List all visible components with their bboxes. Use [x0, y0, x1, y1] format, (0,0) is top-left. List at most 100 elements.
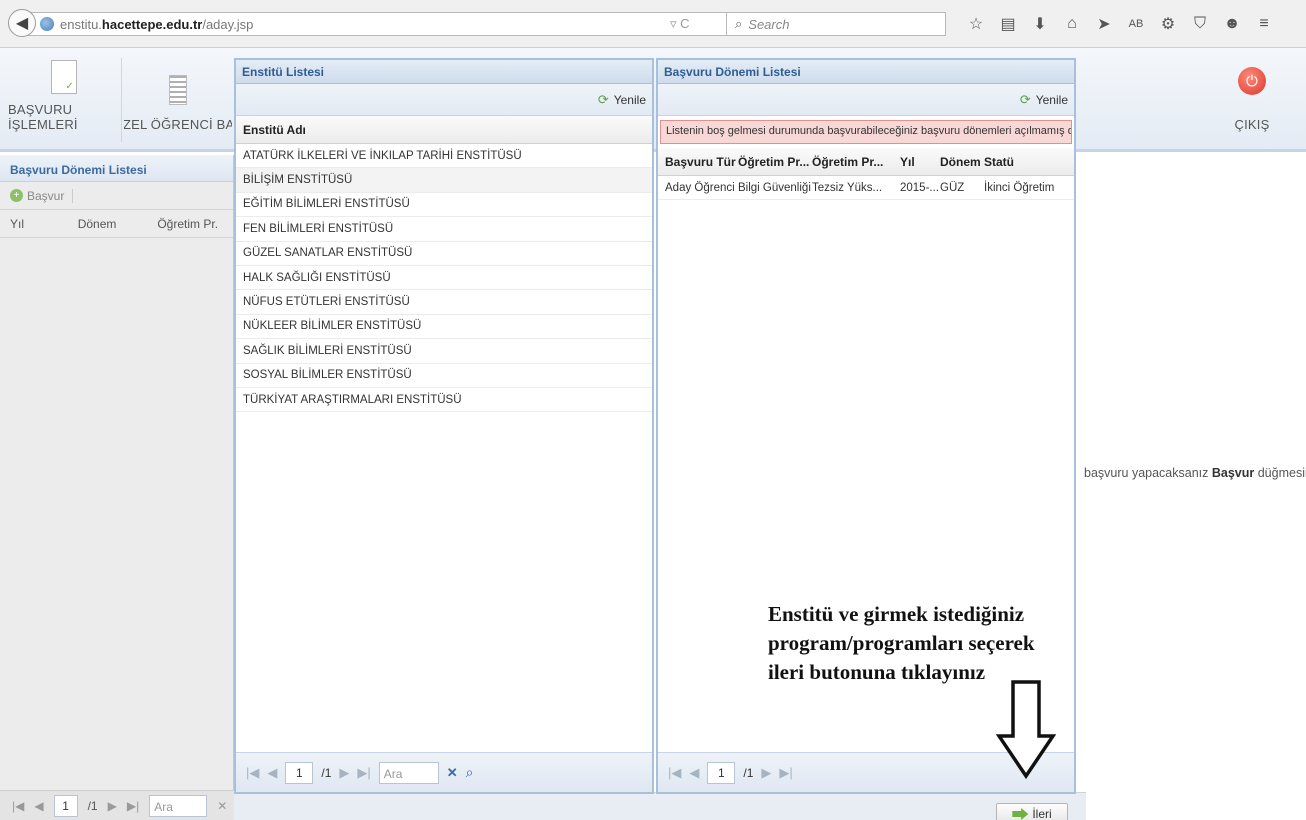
prev-page-icon[interactable]: ◀	[34, 799, 43, 813]
smiley-icon[interactable]: ☻	[1216, 12, 1248, 36]
first-page-icon[interactable]: |◀	[246, 765, 259, 781]
first-page-icon[interactable]: |◀	[668, 765, 681, 781]
button-label: BAŞVURU İŞLEMLERİ	[8, 102, 78, 132]
enstitu-list: ATATÜRK İLKELERİ VE İNKILAP TARİHİ ENSTİ…	[236, 144, 652, 413]
page-input[interactable]: 1	[285, 761, 314, 784]
download-icon[interactable]: ⬇	[1024, 12, 1056, 36]
page-input[interactable]: 1	[707, 761, 736, 784]
enstitu-grid-header[interactable]: Enstitü Adı	[236, 116, 652, 144]
basvur-button[interactable]: + Başvur	[0, 182, 233, 210]
extension-icon[interactable]: ⚙	[1152, 12, 1184, 36]
globe-icon	[40, 17, 54, 31]
list-item[interactable]: NÜFUS ETÜTLERİ ENSTİTÜSÜ	[236, 290, 652, 315]
page-input[interactable]: 1	[53, 794, 78, 817]
list-item[interactable]: BİLİŞİM ENSTİTÜSÜ	[236, 168, 652, 193]
donem-toolbar: ⟳ Yenile	[658, 84, 1074, 116]
last-page-icon[interactable]: ▶|	[127, 799, 139, 813]
instruction-text: Enstitü ve girmek istediğiniz program/pr…	[768, 600, 1084, 687]
cell: Tezsiz Yüks...	[812, 181, 883, 194]
refresh-icon: ⟳	[597, 91, 609, 107]
page-total: /1	[321, 765, 332, 780]
list-item[interactable]: ATATÜRK İLKELERİ VE İNKILAP TARİHİ ENSTİ…	[236, 144, 652, 169]
prev-page-icon[interactable]: ◀	[689, 765, 699, 781]
instruction-line: program/programları seçerek	[768, 631, 1035, 655]
back-button[interactable]: ◀	[8, 9, 36, 37]
cell: İkinci Öğretim	[984, 181, 1055, 194]
page-total: /1	[743, 765, 754, 780]
col-yil[interactable]: Yıl	[900, 155, 940, 169]
list-item[interactable]: TÜRKİYAT ARAŞTIRMALARI ENSTİTÜSÜ	[236, 388, 652, 413]
browser-toolbar: enstitu.hacettepe.edu.tr/aday.jsp ◀ ▿ C …	[0, 0, 1306, 48]
donem-grid-header: Başvuru Tür Öğretim Pr... Öğretim Pr... …	[658, 148, 1074, 176]
list-item[interactable]: HALK SAĞLIĞI ENSTİTÜSÜ	[236, 266, 652, 291]
clear-icon[interactable]: ✕	[447, 765, 458, 781]
power-icon: ⏻	[1238, 67, 1266, 95]
cikis-button[interactable]: ⏻ ÇIKIŞ	[1212, 48, 1292, 152]
ileri-label: İleri	[1032, 807, 1052, 820]
refresh-icon: ⟳	[1019, 91, 1031, 107]
next-page-icon[interactable]: ▶	[339, 765, 349, 781]
search-placeholder: Search	[748, 16, 790, 32]
search-icon[interactable]: ⌕	[466, 764, 474, 781]
cell: 2015-...	[900, 181, 939, 194]
list-item[interactable]: EĞİTİM BİLİMLERİ ENSTİTÜSÜ	[236, 193, 652, 218]
list-item[interactable]: SOSYAL BİLİMLER ENSTİTÜSÜ	[236, 364, 652, 388]
col-basvuru-tur[interactable]: Başvuru Tür	[658, 155, 738, 169]
cell: Aday Öğrenci	[665, 181, 735, 194]
toolbar-icons: ☆ ▤ ⬇ ⌂ ➤ AB ⚙ ⛉ ☻ ≡	[960, 12, 1280, 36]
next-page-icon[interactable]: ▶	[108, 799, 117, 813]
left-panel-title: Başvuru Dönemi Listesi	[0, 155, 233, 182]
browser-search-input[interactable]: ⌕ Search	[726, 12, 946, 36]
arrow-down-icon	[996, 680, 1056, 780]
send-icon[interactable]: ➤	[1088, 12, 1120, 36]
warning-message: Listenin boş gelmesi durumunda başvurabi…	[660, 120, 1072, 144]
col-yil[interactable]: Yıl	[0, 217, 78, 231]
col-donem[interactable]: Dönem	[940, 155, 984, 169]
reading-list-icon[interactable]: ▤	[992, 12, 1024, 36]
basvur-label: Başvur	[27, 188, 65, 203]
col-donem[interactable]: Dönem	[78, 217, 158, 231]
left-panel: Başvuru Dönemi Listesi + Başvur Yıl Döne…	[0, 155, 234, 820]
enstitu-panel: Enstitü Listesi ⟳ Yenile Enstitü Adı ATAT…	[234, 58, 654, 794]
search-icon: ⌕	[735, 16, 743, 31]
list-item[interactable]: NÜKLEER BİLİMLER ENSTİTÜSÜ	[236, 315, 652, 340]
document-icon	[51, 60, 77, 94]
list-item[interactable]: SAĞLIK BİLİMLERİ ENSTİTÜSÜ	[236, 339, 652, 364]
donem-refresh-button[interactable]: ⟳ Yenile	[1020, 92, 1068, 108]
reload-icon[interactable]: ▿ C	[670, 16, 690, 32]
left-search-input[interactable]: Ara	[149, 794, 208, 817]
separator	[121, 58, 122, 142]
url-bar[interactable]: enstitu.hacettepe.edu.tr/aday.jsp	[26, 12, 816, 36]
prev-page-icon[interactable]: ◀	[267, 765, 277, 781]
col-ogretim-pr-1[interactable]: Öğretim Pr...	[738, 155, 812, 169]
list-item[interactable]: FEN BİLİMLERİ ENSTİTÜSÜ	[236, 217, 652, 242]
col-ogretim-pr-2[interactable]: Öğretim Pr...	[812, 155, 900, 169]
list-item[interactable]: GÜZEL SANATLAR ENSTİTÜSÜ	[236, 242, 652, 266]
col-ogretim[interactable]: Öğretim Pr.	[157, 217, 233, 231]
col-statu[interactable]: Statü	[984, 155, 1054, 169]
ozel-ogrenci-button[interactable]: ÖZEL ÖĞRENCİ BAŞ	[124, 48, 232, 152]
button-label: ÖZEL ÖĞRENCİ BAŞ	[124, 117, 232, 132]
page-total: /1	[87, 798, 98, 813]
ileri-button[interactable]: İleri	[996, 803, 1068, 820]
last-page-icon[interactable]: ▶|	[357, 765, 370, 781]
first-page-icon[interactable]: |◀	[12, 799, 24, 813]
shield-icon[interactable]: ⛉	[1184, 12, 1216, 36]
enstitu-refresh-button[interactable]: ⟳ Yenile	[598, 92, 646, 108]
ab-icon[interactable]: AB	[1120, 12, 1152, 36]
instruction-line: Enstitü ve girmek istediğiniz	[768, 602, 1025, 626]
home-icon[interactable]: ⌂	[1056, 12, 1088, 36]
enstitu-search-input[interactable]: Ara	[378, 761, 439, 784]
next-page-icon[interactable]: ▶	[761, 765, 771, 781]
last-page-icon[interactable]: ▶|	[779, 765, 792, 781]
bookmark-star-icon[interactable]: ☆	[960, 12, 992, 36]
cell: Bilgi Güvenliği	[738, 181, 811, 194]
cell: GÜZ	[940, 181, 965, 194]
basvuru-islemleri-button[interactable]: BAŞVURU İŞLEMLERİ	[8, 48, 120, 152]
form-icon	[169, 75, 187, 105]
table-row[interactable]: Aday Öğrenci Bilgi Güvenliği Tezsiz Yüks…	[658, 176, 1074, 201]
clear-icon[interactable]: ✕	[217, 799, 227, 813]
right-message: başvuru yapacaksanız Başvur düğmesin	[1084, 466, 1306, 480]
button-label: ÇIKIŞ	[1234, 117, 1270, 132]
menu-icon[interactable]: ≡	[1248, 12, 1280, 36]
